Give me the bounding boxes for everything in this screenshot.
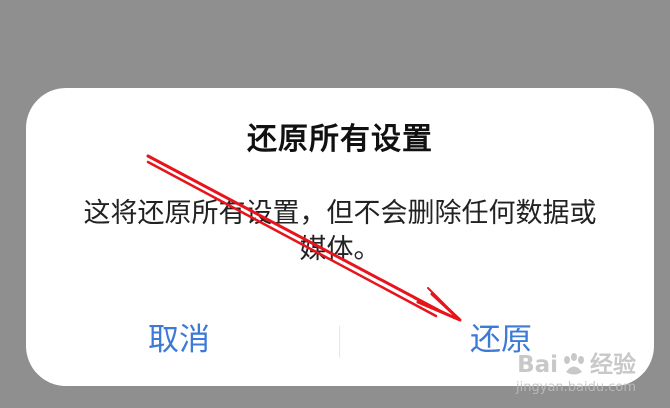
dialog-button-row: 取消 还原 — [26, 310, 654, 370]
button-divider — [339, 326, 340, 358]
cancel-button[interactable]: 取消 — [26, 310, 332, 370]
reset-settings-dialog: 还原所有设置 这将还原所有设置，但不会删除任何数据或媒体。 取消 还原 — [26, 88, 654, 386]
dialog-title: 还原所有设置 — [247, 122, 433, 157]
restore-button[interactable]: 还原 — [348, 310, 654, 370]
dialog-message: 这将还原所有设置，但不会删除任何数据或媒体。 — [83, 198, 597, 265]
